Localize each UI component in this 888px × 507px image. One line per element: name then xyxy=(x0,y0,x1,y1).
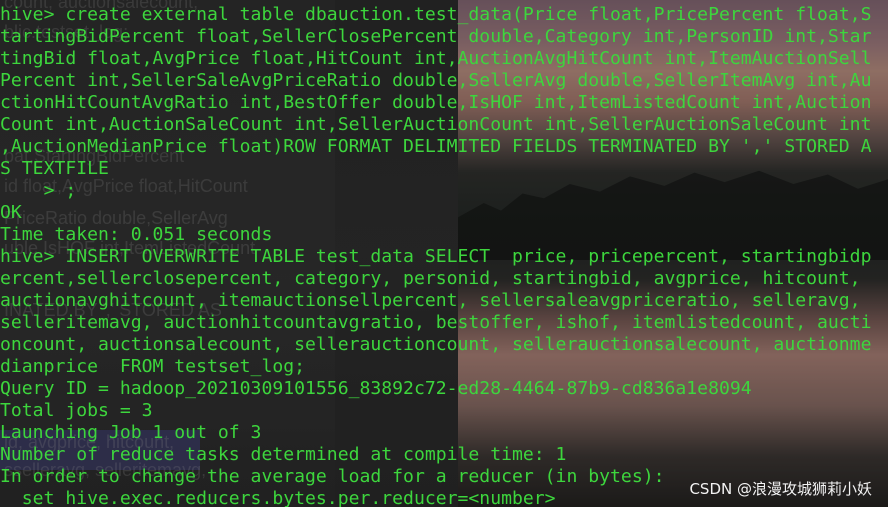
terminal-line: ,AuctionMedianPrice float)ROW FORMAT DEL… xyxy=(0,136,872,157)
terminal-line: ctionHitCountAvgRatio int,BestOffer doub… xyxy=(0,92,872,113)
terminal-line: Launching Job 1 out of 3 xyxy=(0,422,262,443)
terminal-line: hive> create external table dbauction.te… xyxy=(0,4,872,25)
terminal-line: Query ID = hadoop_20210309101556_83892c7… xyxy=(0,378,752,399)
terminal-line: Count int,AuctionSaleCount int,SellerAuc… xyxy=(0,114,872,135)
terminal-line: tingBid float,AvgPrice float,HitCount in… xyxy=(0,48,872,69)
terminal-line: hive> INSERT OVERWRITE TABLE test_data S… xyxy=(0,246,872,267)
terminal-line: Percent int,SellerSaleAvgPriceRatio doub… xyxy=(0,70,872,91)
terminal-line: > ; xyxy=(0,180,77,201)
terminal-window[interactable]: hive> create external table dbauction.te… xyxy=(0,0,888,507)
desktop-screen: count, auctionsalecount, blic.testset_lo… xyxy=(0,0,888,507)
terminal-line: Number of reduce tasks determined at com… xyxy=(0,444,567,465)
terminal-line: OK xyxy=(0,202,22,223)
terminal-line: selleritemavg, auctionhitcountavgratio, … xyxy=(0,312,872,333)
terminal-line: Total jobs = 3 xyxy=(0,400,153,421)
terminal-line: ercent,sellerclosepercent, category, per… xyxy=(0,268,861,289)
terminal-line: Time taken: 0.051 seconds xyxy=(0,224,273,245)
terminal-line: oncount, auctionsalecount, sellerauction… xyxy=(0,334,872,355)
terminal-line: tartingBidPercent float,SellerClosePerce… xyxy=(0,26,872,47)
csdn-watermark: CSDN @浪漫攻城狮莉小妖 xyxy=(689,480,872,498)
terminal-line: dianprice FROM testset_log; xyxy=(0,356,306,377)
terminal-line: S TEXTFILE xyxy=(0,158,109,179)
terminal-line: auctionavghitcount, itemauctionsellperce… xyxy=(0,290,861,311)
terminal-output[interactable]: hive> create external table dbauction.te… xyxy=(0,4,888,507)
